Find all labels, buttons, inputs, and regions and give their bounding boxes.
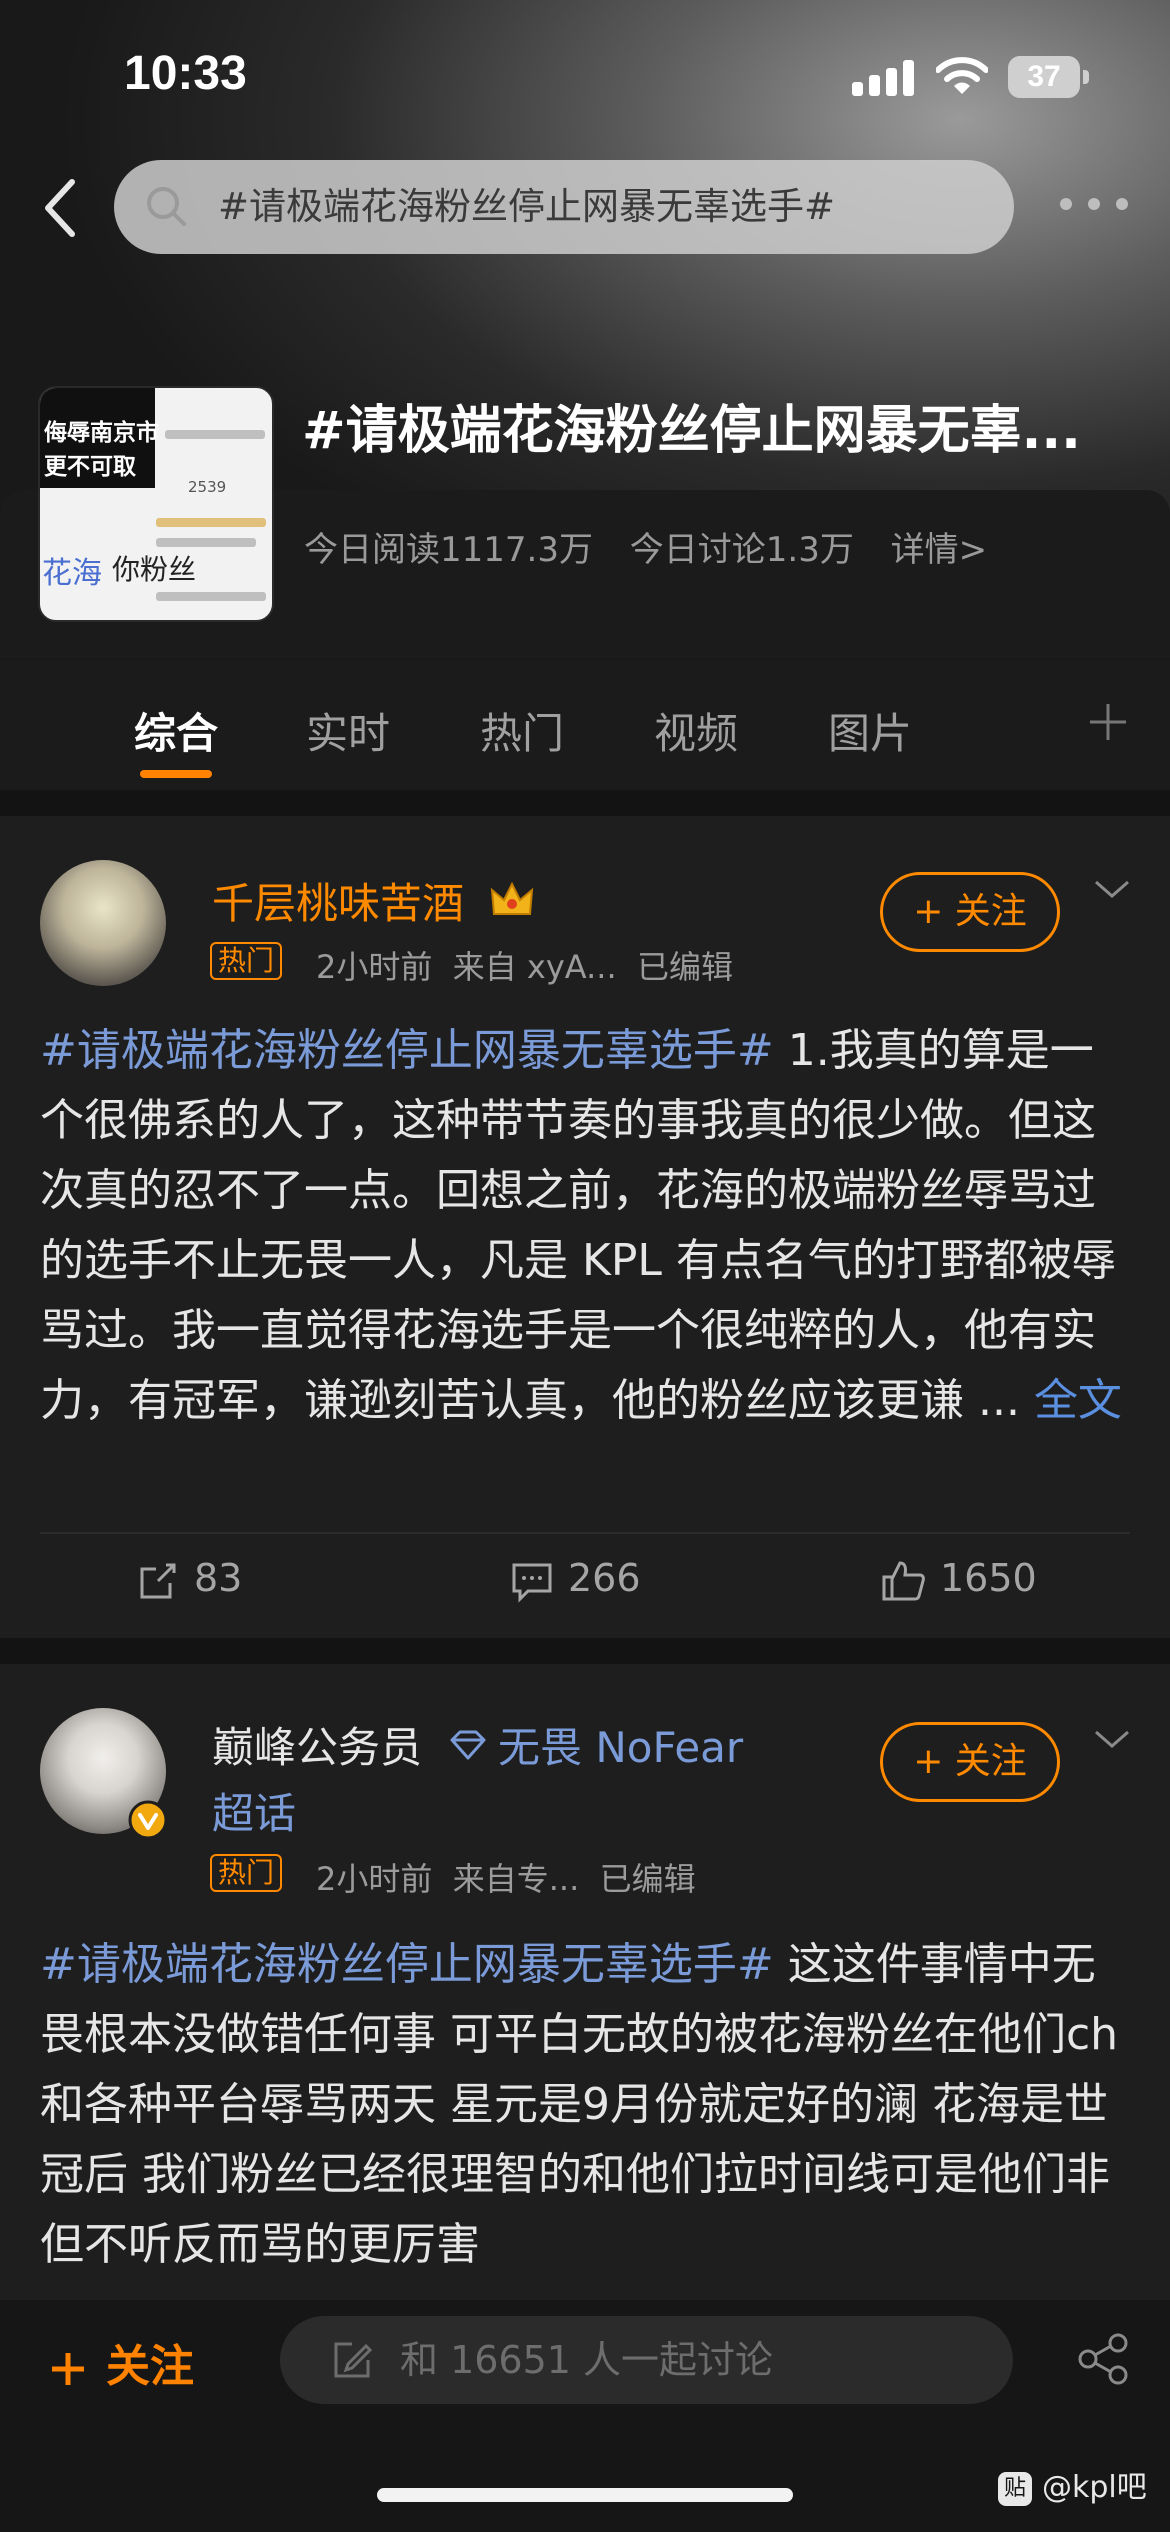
super-topic-diamond-icon <box>450 1730 486 1760</box>
comment-action[interactable]: 266 <box>510 1556 641 1603</box>
post-username[interactable]: 巅峰公务员 <box>212 1714 422 1775</box>
thumbnail-caption: 侮辱南京市 更不可取 <box>44 420 159 480</box>
details-link[interactable]: 详情> <box>891 530 988 570</box>
search-icon <box>147 187 186 226</box>
search-query: #请极端花海粉丝停止网暴无辜选手# <box>218 185 836 228</box>
status-time: 10:33 <box>124 47 247 100</box>
post-hashtag[interactable]: #请极端花海粉丝停止网暴无辜选手# <box>40 1025 774 1076</box>
status-bar: 10:33 37 <box>0 0 1170 150</box>
more-options-icon[interactable] <box>1060 184 1130 224</box>
add-tab-icon[interactable] <box>1086 700 1130 744</box>
wifi-icon <box>936 57 988 94</box>
super-topic-suffix[interactable]: 超话 <box>212 1780 296 1841</box>
hot-badge: 热门 <box>210 942 283 980</box>
battery-icon: 37 <box>1008 56 1089 98</box>
follow-button[interactable]: + 关注 <box>880 872 1060 952</box>
chevron-down-icon[interactable] <box>1090 874 1134 904</box>
post-username[interactable]: 千层桃味苦酒 <box>212 870 464 931</box>
edit-icon <box>334 2342 373 2378</box>
repost-icon <box>140 1563 176 1598</box>
post-body: #请极端花海粉丝停止网暴无辜选手# 1.我真的算是一个很佛系的人了，这种带节奏的… <box>40 1016 1130 1436</box>
discussion-input[interactable]: 和 16651 人一起讨论 <box>280 2316 1013 2404</box>
like-action[interactable]: 1650 <box>880 1556 1037 1603</box>
tab-hot[interactable]: 热门 <box>480 700 564 761</box>
verified-badge-icon <box>128 1800 168 1840</box>
comment-icon <box>512 1563 552 1603</box>
avatar[interactable] <box>40 860 166 986</box>
reads-today: 今日阅读1117.3万 <box>304 530 593 570</box>
search-bar[interactable]: #请极端花海粉丝停止网暴无辜选手# <box>114 160 1014 254</box>
bottom-follow-button[interactable]: 关注 <box>48 2330 194 2394</box>
topic-thumbnail[interactable]: 侮辱南京市 更不可取 2539 花海 你粉丝 <box>38 386 274 622</box>
discussions-today: 今日讨论1.3万 <box>629 530 854 570</box>
tab-images[interactable]: 图片 <box>828 700 912 761</box>
plus-icon <box>52 2353 84 2385</box>
tieba-logo-icon: 贴 <box>998 2471 1032 2506</box>
post-body: #请极端花海粉丝停止网暴无辜选手# 这这件事情中无畏根本没做错任何事 可平白无故… <box>40 1930 1130 2280</box>
chevron-down-icon[interactable] <box>1090 1724 1134 1754</box>
tab-comprehensive[interactable]: 综合 <box>134 700 218 761</box>
watermark: 贴 @kpl吧 <box>998 2462 1147 2506</box>
thumbs-up-icon <box>882 1560 925 1600</box>
post-meta: 2小时前 来自专... 已编辑 <box>316 1860 696 1898</box>
post-card: 巅峰公务员 无畏 NoFear 超话 热门 2小时前 来自专... 已编辑 + … <box>0 1664 1170 2324</box>
super-topic-link[interactable]: 无畏 NoFear <box>498 1714 743 1775</box>
crown-icon <box>490 881 534 915</box>
cellular-signal-icon <box>852 60 914 96</box>
divider <box>40 1532 1130 1534</box>
share-icon[interactable] <box>1076 2332 1130 2386</box>
topic-stats: 今日阅读1117.3万 今日讨论1.3万 详情> <box>304 522 1013 571</box>
repost-action[interactable]: 83 <box>136 1556 242 1603</box>
tab-realtime[interactable]: 实时 <box>306 700 390 761</box>
active-tab-indicator <box>140 770 212 778</box>
topic-title: #请极端花海粉丝停止网暴无辜... <box>302 401 1081 461</box>
tab-bar: 综合 实时 热门 视频 图片 <box>0 660 1170 790</box>
follow-button[interactable]: + 关注 <box>880 1722 1060 1802</box>
battery-level: 37 <box>1027 60 1061 93</box>
back-arrow-icon[interactable] <box>30 168 90 248</box>
post-meta: 2小时前 来自 xyA... 已编辑 <box>316 948 733 986</box>
tab-video[interactable]: 视频 <box>654 700 738 761</box>
hot-badge: 热门 <box>210 1854 283 1892</box>
discussion-placeholder: 和 16651 人一起讨论 <box>400 2338 774 2382</box>
post-card: 千层桃味苦酒 热门 2小时前 来自 xyA... 已编辑 + 关注 #请极端花海… <box>0 816 1170 1638</box>
home-indicator[interactable] <box>377 2488 793 2502</box>
post-text: 1.我真的算是一个很佛系的人了，这种带节奏的事我真的很少做。但这次真的忍不了一点… <box>40 1025 1116 1426</box>
read-more-link[interactable]: 全文 <box>1034 1375 1122 1426</box>
post-hashtag[interactable]: #请极端花海粉丝停止网暴无辜选手# <box>40 1939 774 1990</box>
